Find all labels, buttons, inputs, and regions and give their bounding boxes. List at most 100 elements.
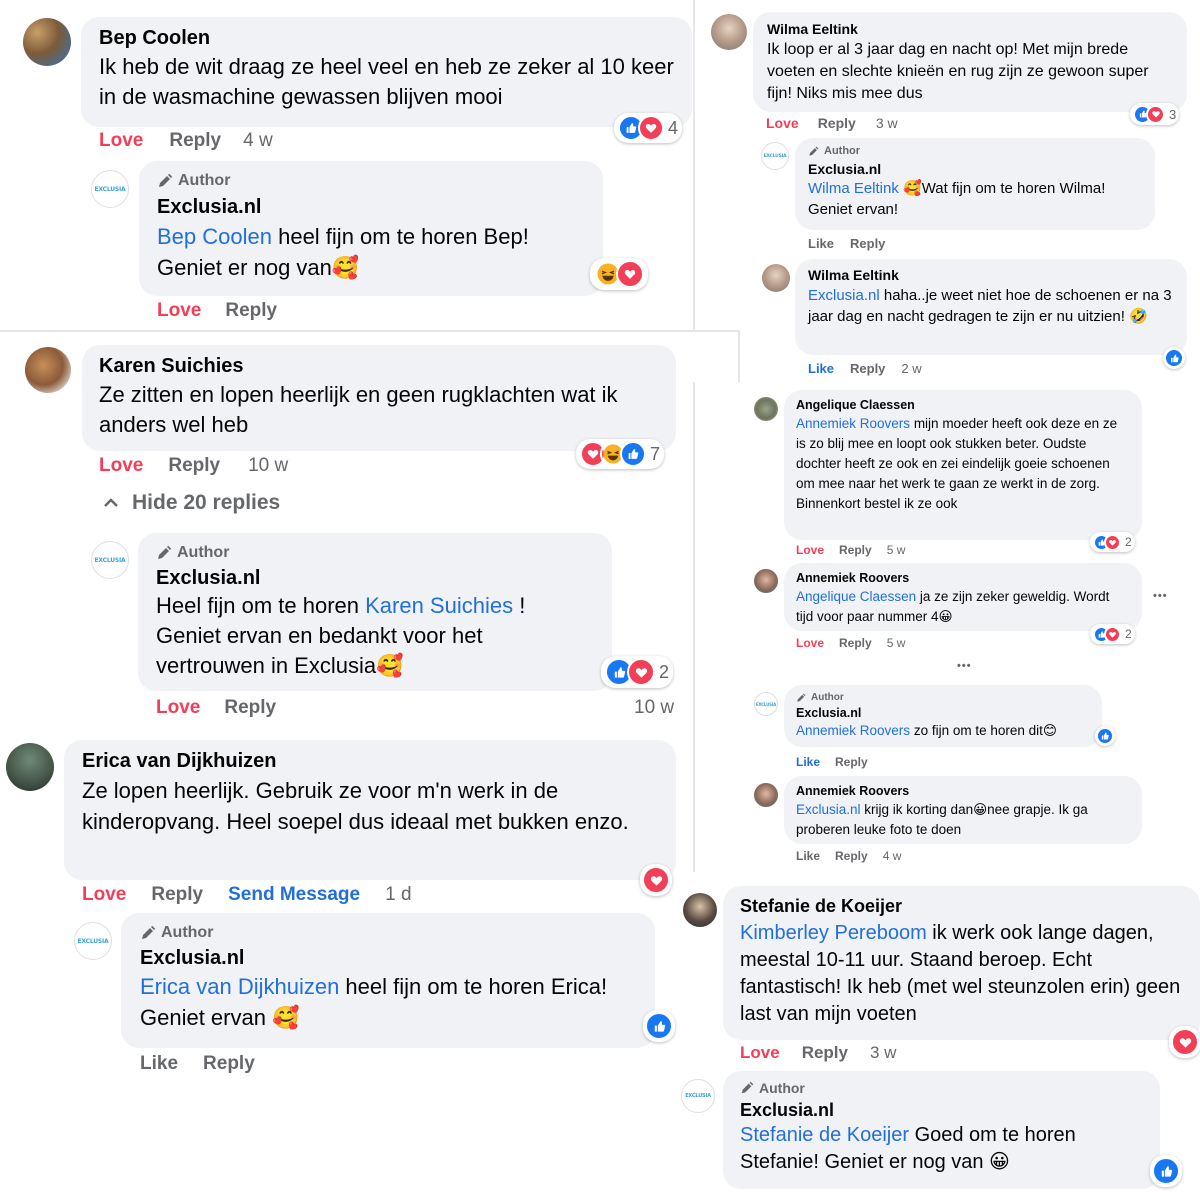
reply-button[interactable]: Reply [168,455,220,477]
brand-avatar[interactable]: EXCLUSIA [761,142,789,170]
reaction-summary[interactable] [640,864,672,896]
mention-link[interactable]: Exclusia.nl [808,287,880,304]
like-button[interactable]: Like [796,755,820,769]
avatar[interactable] [6,743,54,791]
like-button[interactable]: Like [808,236,834,251]
reply-button[interactable]: Reply [835,849,868,863]
reply-button[interactable]: Reply [151,884,203,906]
love-button[interactable]: Love [796,543,824,557]
mention-link[interactable]: Annemiek Roovers [796,416,910,431]
reply-button[interactable]: Reply [169,130,221,152]
reply-button[interactable]: Reply [835,755,868,769]
commenter-name[interactable]: Karen Suichies [99,355,659,378]
reaction-summary[interactable] [1150,1155,1182,1187]
commenter-name[interactable]: Annemiek Roovers [796,571,1130,585]
mention-link[interactable]: Annemiek Roovers [796,723,910,738]
commenter-name[interactable]: Exclusia.nl [156,567,594,590]
reply-button[interactable]: Reply [839,543,872,557]
reaction-summary[interactable] [1169,1026,1200,1058]
avatar[interactable] [754,397,778,421]
comment-actions: Love Reply [157,300,277,322]
love-button[interactable]: Love [766,115,799,131]
send-message-button[interactable]: Send Message [228,884,360,906]
timestamp[interactable]: 3 w [876,115,898,131]
timestamp[interactable]: 4 w [243,130,273,152]
reply-button[interactable]: Reply [802,1043,848,1063]
commenter-name[interactable]: Bep Coolen [99,27,674,50]
brand-avatar[interactable]: EXCLUSIA [754,692,778,716]
mention-link[interactable]: Kimberley Pereboom [740,922,927,944]
like-button[interactable]: Like [808,361,834,376]
commenter-name[interactable]: Exclusia.nl [796,706,1090,720]
reaction-summary[interactable] [643,1010,675,1042]
timestamp[interactable]: 3 w [870,1043,896,1063]
reply-button[interactable]: Reply [850,361,885,376]
mention-link[interactable]: Bep Coolen [157,224,272,249]
avatar[interactable] [754,569,778,593]
hide-replies-button[interactable]: Hide 20 replies [102,491,280,515]
love-button[interactable]: Love [740,1043,780,1063]
love-button[interactable]: Love [157,300,201,322]
reaction-summary[interactable] [590,258,648,290]
comment-actions: Love Reply [156,697,276,719]
reaction-summary[interactable]: 2 [1090,624,1135,644]
love-button[interactable]: Love [99,130,143,152]
avatar[interactable] [762,264,790,292]
commenter-name[interactable]: Wilma Eeltink [767,21,1173,37]
mention-link[interactable]: Stefanie de Koeijer [740,1124,909,1146]
timestamp[interactable]: 10 w [634,697,674,719]
reaction-summary[interactable]: 2 [1090,532,1135,552]
reply-button[interactable]: Reply [818,115,856,131]
more-replies-icon[interactable]: ••• [957,660,972,672]
mention-link[interactable]: Karen Suichies [365,593,513,618]
reply-button[interactable]: Reply [203,1053,255,1075]
reply-button[interactable]: Reply [224,697,276,719]
timestamp[interactable]: 1 d [385,884,411,906]
timestamp[interactable]: 5 w [887,636,906,650]
love-button[interactable]: Love [796,636,824,650]
commenter-name[interactable]: Exclusia.nl [140,947,636,970]
timestamp[interactable]: 4 w [883,849,902,863]
pencil-icon [740,1081,754,1095]
love-button[interactable]: Love [156,697,200,719]
avatar[interactable] [754,783,778,807]
mention-link[interactable]: Wilma Eeltink [808,180,899,197]
reply-button[interactable]: Reply [850,236,885,251]
avatar[interactable] [711,14,747,50]
commenter-name[interactable]: Exclusia.nl [157,196,585,219]
reaction-summary[interactable]: 3 [1130,103,1180,125]
mention-link[interactable]: Erica van Dijkhuizen [140,974,339,999]
mention-link[interactable]: Exclusia.nl [796,802,861,817]
reaction-summary[interactable]: 7 [576,439,665,469]
commenter-name[interactable]: Annemiek Roovers [796,784,1130,798]
like-button[interactable]: Like [140,1053,178,1075]
reply-button[interactable]: Reply [839,636,872,650]
avatar[interactable] [25,347,71,393]
commenter-name[interactable]: Stefanie de Koeijer [740,896,1183,917]
commenter-name[interactable]: Exclusia.nl [808,161,1142,177]
reaction-summary[interactable]: 4 [614,113,683,143]
love-icon [1104,625,1121,643]
brand-avatar[interactable]: EXCLUSIA [91,541,129,579]
love-button[interactable]: Love [99,455,143,477]
commenter-name[interactable]: Erica van Dijkhuizen [82,750,658,773]
commenter-name[interactable]: Angelique Claessen [796,398,1130,412]
love-button[interactable]: Love [82,884,126,906]
brand-avatar[interactable]: EXCLUSIA [91,170,129,208]
timestamp[interactable]: 5 w [887,543,906,557]
commenter-name[interactable]: Wilma Eeltink [808,267,1174,283]
timestamp[interactable]: 10 w [248,455,288,477]
reaction-summary[interactable] [1163,347,1185,369]
brand-avatar[interactable]: EXCLUSIA [681,1079,715,1113]
timestamp[interactable]: 2 w [901,361,921,376]
mention-link[interactable]: Angelique Claessen [796,589,916,604]
avatar[interactable] [23,18,71,66]
more-options-icon[interactable]: ••• [1153,590,1168,602]
like-button[interactable]: Like [796,849,820,863]
avatar[interactable] [683,893,717,927]
reaction-summary[interactable]: 2 [601,656,674,688]
reaction-summary[interactable] [1095,726,1115,746]
commenter-name[interactable]: Exclusia.nl [740,1100,1143,1121]
reply-button[interactable]: Reply [225,300,277,322]
brand-avatar[interactable]: EXCLUSIA [74,922,112,960]
